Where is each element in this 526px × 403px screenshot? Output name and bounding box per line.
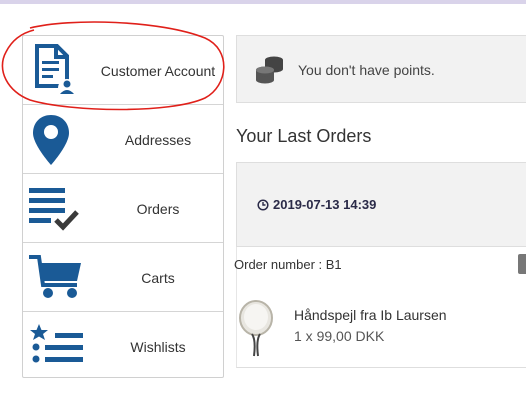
account-sidebar: Customer Account Addresses Orders Carts bbox=[22, 35, 224, 378]
order-date: 2019-07-13 14:39 bbox=[257, 163, 376, 246]
product-name: Håndspejl fra Ib Laursen bbox=[294, 307, 447, 323]
sidebar-item-customer-account[interactable]: Customer Account bbox=[23, 36, 223, 105]
top-accent-bar bbox=[0, 0, 526, 4]
order-header[interactable]: 2019-07-13 14:39 bbox=[236, 162, 526, 247]
sidebar-item-label: Addresses bbox=[124, 131, 192, 148]
order-number: Order number : B1 bbox=[234, 257, 342, 272]
sidebar-item-label: Customer Account bbox=[100, 62, 216, 79]
last-orders-title: Your Last Orders bbox=[236, 126, 372, 146]
coins-icon bbox=[256, 56, 283, 84]
cart-icon bbox=[29, 255, 81, 298]
orders-list-icon bbox=[29, 188, 79, 231]
sidebar-item-carts[interactable]: Carts bbox=[23, 243, 223, 312]
map-pin-icon bbox=[33, 115, 69, 165]
order-product-item[interactable]: Håndspejl fra Ib Laursen 1 x 99,00 DKK bbox=[238, 300, 526, 360]
sidebar-item-wishlists[interactable]: Wishlists bbox=[23, 312, 223, 381]
sidebar-item-addresses[interactable]: Addresses bbox=[23, 105, 223, 174]
sidebar-item-label: Carts bbox=[141, 269, 175, 286]
wishlist-icon bbox=[30, 324, 83, 363]
sidebar-item-label: Orders bbox=[136, 200, 180, 217]
clock-icon bbox=[257, 198, 269, 211]
order-date-text: 2019-07-13 14:39 bbox=[273, 197, 377, 212]
points-panel: You don't have points. bbox=[236, 35, 526, 103]
product-qty-price: 1 x 99,00 DKK bbox=[294, 328, 385, 344]
sidebar-item-orders[interactable]: Orders bbox=[23, 174, 223, 243]
points-text: You don't have points. bbox=[298, 62, 435, 78]
order-toggle-button[interactable] bbox=[518, 254, 526, 274]
product-thumbnail bbox=[239, 300, 273, 357]
customer-account-icon bbox=[35, 44, 76, 97]
sidebar-item-label: Wishlists bbox=[130, 338, 186, 355]
